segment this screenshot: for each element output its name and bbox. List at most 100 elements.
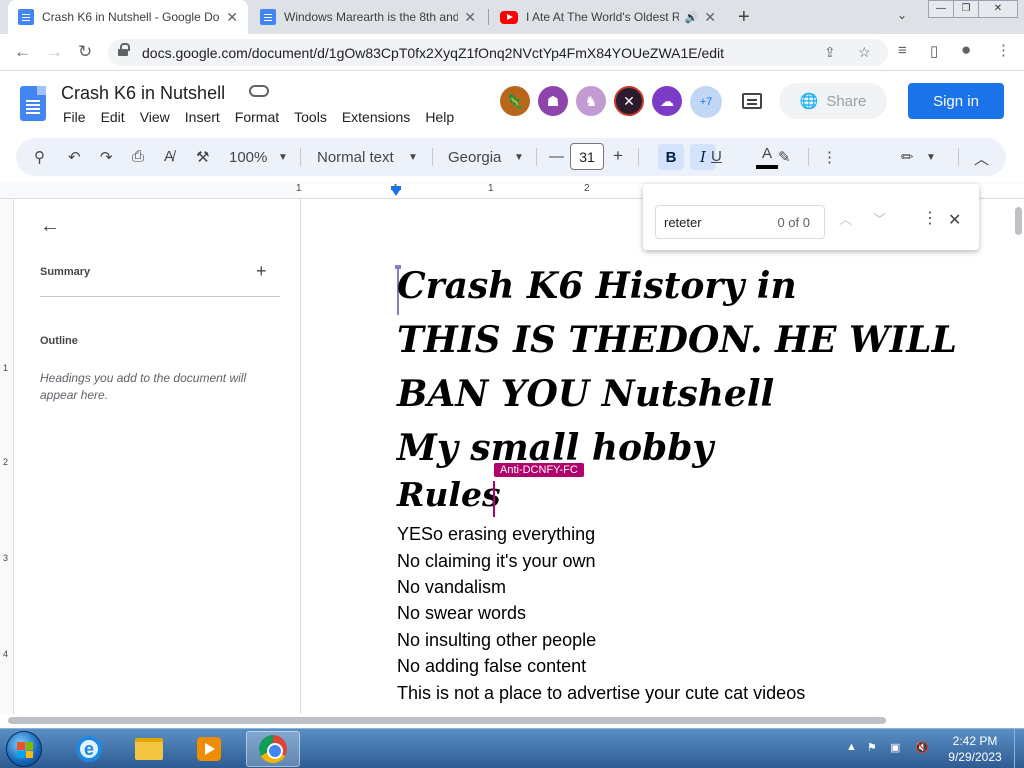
network-icon[interactable]: ▣ [890,741,900,754]
chevron-down-icon[interactable]: ⌄ [897,8,907,22]
show-desktop-button[interactable] [1014,729,1024,768]
scrollbar-thumb[interactable] [1015,207,1022,235]
file-explorer-taskbar-button[interactable] [122,731,176,767]
media-player-taskbar-button[interactable] [182,731,236,767]
side-panel-icon[interactable]: ▯ [930,42,938,60]
title-line[interactable]: BAN YOU Nutshell [397,373,774,415]
rule-item[interactable]: No vandalism [397,577,506,598]
underline-button[interactable]: U [711,148,722,165]
close-window-button[interactable]: ✕ [978,0,1018,18]
collaborator-avatar[interactable]: ✕ [614,86,644,116]
forward-arrow-icon[interactable]: → [46,42,63,62]
rule-item[interactable]: No claiming it's your own [397,551,596,572]
menu-file[interactable]: File [63,109,86,125]
chevron-down-icon[interactable]: ▼ [278,152,288,163]
spellcheck-icon[interactable]: A̸ [164,148,174,165]
internet-explorer-taskbar-button[interactable]: e [62,731,116,767]
star-icon[interactable]: ☆ [858,44,871,61]
print-icon[interactable]: ⎙ [132,148,144,165]
close-icon[interactable]: ✕ [948,210,961,230]
start-button[interactable] [6,731,42,767]
new-tab-button[interactable]: + [738,6,750,29]
increase-font-size-icon[interactable]: + [613,146,623,166]
system-clock[interactable]: 2:42 PM 9/29/2023 [940,733,1010,765]
bold-button[interactable]: B [658,144,684,170]
sign-in-button[interactable]: Sign in [908,83,1004,119]
close-icon[interactable]: ✕ [704,9,716,26]
rule-item[interactable]: YESo erasing everything [397,524,595,545]
add-summary-button[interactable]: + [256,261,267,282]
tab-windows-marearth[interactable]: Windows Marearth is the 8th and ✕ [250,0,486,34]
show-hidden-icons-chevron-up-icon[interactable]: ▲ [846,741,857,753]
highlight-pen-icon[interactable]: ✎ [778,148,791,166]
collaborator-avatar[interactable]: ♞ [576,86,606,116]
chevron-down-icon[interactable]: ▼ [926,152,936,163]
collaborator-avatar[interactable]: 🦎 [500,86,530,116]
back-arrow-icon[interactable]: ← [14,42,31,62]
menu-extensions[interactable]: Extensions [342,109,410,125]
hide-menus-chevron-up-icon[interactable]: ︿ [974,148,989,169]
vertical-scrollbar[interactable] [1013,199,1024,714]
lock-icon[interactable] [118,43,130,56]
paragraph-style-select[interactable]: Normal text [317,149,394,166]
tab-crash-k6-docs[interactable]: Crash K6 in Nutshell - Google Docs ✕ [8,0,248,34]
chevron-down-icon[interactable]: ▼ [514,152,524,163]
zoom-select[interactable]: 100% [229,149,267,166]
title-line[interactable]: THIS IS THEDON. HE WILL [397,319,957,361]
browser-menu-icon[interactable]: ⋮ [996,41,1011,59]
share-page-icon[interactable]: ⇪ [824,44,836,61]
rule-item[interactable]: This is not a place to advertise your cu… [397,683,805,704]
close-icon[interactable]: ✕ [226,9,238,26]
close-icon[interactable]: ✕ [464,9,476,26]
previous-match-chevron-up-icon[interactable]: ︿ [839,209,852,228]
collaborator-avatar[interactable]: ☗ [538,86,568,116]
menu-help[interactable]: Help [425,109,454,125]
docs-logo-icon[interactable] [20,86,46,121]
menu-tools[interactable]: Tools [294,109,327,125]
share-button[interactable]: 🌐 Share [779,83,887,119]
minimize-button[interactable]: — [928,0,954,18]
decrease-font-size-icon[interactable]: — [549,148,564,165]
volume-muted-icon[interactable]: 🔇 [915,741,929,754]
chevron-down-icon[interactable]: ▼ [408,152,418,163]
find-input[interactable]: reteter 0 of 0 [655,205,825,239]
media-control-icon[interactable]: ≡ [898,42,907,59]
tab-youtube-video[interactable]: I Ate At The World's Oldest Restaurant 🔊… [490,0,726,34]
close-outline-arrow-icon[interactable]: ← [40,215,60,238]
document-canvas[interactable]: Crash K6 History in THIS IS THEDON. HE W… [301,199,1013,714]
menu-edit[interactable]: Edit [101,109,125,125]
rule-item[interactable]: No adding false content [397,656,586,677]
rules-heading[interactable]: Rules [397,475,501,514]
scrollbar-thumb[interactable] [8,717,886,724]
vertical-ruler[interactable]: 1 2 3 4 [0,199,14,714]
collaborator-avatar[interactable]: ☁ [652,86,682,116]
font-select[interactable]: Georgia [448,149,501,166]
document-title[interactable]: Crash K6 in Nutshell [61,83,225,104]
speaker-icon[interactable]: 🔊 [685,11,699,24]
menu-format[interactable]: Format [235,109,279,125]
reload-icon[interactable]: ↻ [78,42,92,62]
find-options-icon[interactable]: ⋮ [922,208,938,228]
menu-insert[interactable]: Insert [185,109,220,125]
comment-icon[interactable] [742,93,762,109]
horizontal-scrollbar[interactable] [0,714,1024,726]
redo-icon[interactable]: ↷ [100,148,113,166]
more-options-icon[interactable]: ⋮ [822,148,837,166]
address-bar[interactable]: docs.google.com/document/d/1gOw83CpT0fx2… [108,39,888,66]
maximize-button[interactable]: ❐ [953,0,979,18]
rule-item[interactable]: No swear words [397,603,526,624]
left-indent-marker[interactable] [392,190,400,196]
undo-icon[interactable]: ↶ [68,148,81,166]
menu-view[interactable]: View [140,109,170,125]
chrome-taskbar-button[interactable] [246,731,300,767]
editing-mode-pencil-icon[interactable]: ✏ [901,148,914,166]
rule-item[interactable]: No insulting other people [397,630,596,651]
flag-icon[interactable]: ⚑ [867,741,877,754]
title-line[interactable]: Crash K6 History in [397,265,797,307]
cloud-saved-icon[interactable] [249,85,269,97]
profile-icon[interactable]: ● [961,40,971,60]
text-color-button[interactable]: A [756,145,778,169]
search-menus-icon[interactable]: ⚲ [34,148,45,166]
next-match-chevron-down-icon[interactable]: ﹀ [873,209,886,228]
paint-format-icon[interactable]: ⚒ [196,148,209,166]
